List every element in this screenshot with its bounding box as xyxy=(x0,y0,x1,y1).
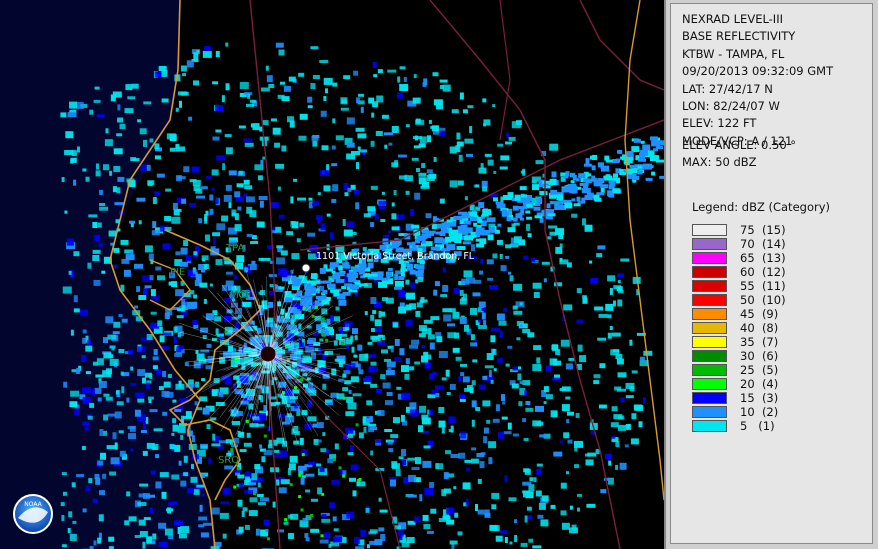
latitude: LAT: 27/42/17 N xyxy=(682,81,773,96)
radar-site-ktbw xyxy=(260,346,276,362)
legend-row: 40 (8) xyxy=(692,321,786,335)
site-label-mcf: MCF xyxy=(230,290,252,301)
longitude: LON: 82/24/07 W xyxy=(682,99,780,114)
legend-row: 30 (6) xyxy=(692,349,786,363)
legend-swatch xyxy=(692,364,727,376)
legend-label: 15 (3) xyxy=(740,391,779,405)
site-label-pie: PIE xyxy=(170,267,185,278)
legend-label: 5 (1) xyxy=(740,419,775,433)
legend-row: 60 (12) xyxy=(692,265,786,279)
scan-info: ELEV ANGLE: 0.50 ° MAX: 50 dBZ xyxy=(682,137,796,172)
elevation: ELEV: 122 FT xyxy=(682,116,757,131)
legend-label: 60 (12) xyxy=(740,265,786,279)
legend-row: 75 (15) xyxy=(692,223,786,237)
info-panel: NEXRAD LEVEL-III BASE REFLECTIVITY KTBW … xyxy=(670,3,873,544)
legend-row: 25 (5) xyxy=(692,363,786,377)
site-label-srq: SRQ xyxy=(218,455,239,466)
legend-label: 55 (11) xyxy=(740,279,786,293)
legend-swatch xyxy=(692,224,727,236)
legend-row: 55 (11) xyxy=(692,279,786,293)
location-label: 1101 Victoria Street, Brandon, FL xyxy=(316,251,475,262)
station: KTBW - TAMPA, FL xyxy=(682,46,785,61)
legend-swatch xyxy=(692,378,727,390)
legend-label: 20 (4) xyxy=(740,377,779,391)
legend-row: 70 (14) xyxy=(692,237,786,251)
elev-angle: ELEV ANGLE: 0.50 ° xyxy=(682,138,797,152)
legend-label: 40 (8) xyxy=(740,321,779,335)
legend-row: 5 (1) xyxy=(692,419,786,433)
legend-row: 15 (3) xyxy=(692,391,786,405)
timestamp: 09/20/2013 09:32:09 GMT xyxy=(682,64,834,79)
noaa-logo-text: NOAA xyxy=(24,501,42,508)
legend-swatch xyxy=(692,308,727,320)
max-dbz: MAX: 50 dBZ xyxy=(682,155,757,170)
legend-label: 35 (7) xyxy=(740,335,779,349)
legend-swatch xyxy=(692,280,727,292)
noaa-logo: NOAA xyxy=(13,494,53,534)
product-info: NEXRAD LEVEL-III BASE REFLECTIVITY KTBW … xyxy=(682,11,833,150)
legend-label: 30 (6) xyxy=(740,349,779,363)
legend-row: 45 (9) xyxy=(692,307,786,321)
radar-map[interactable]: 1101 Victoria Street, Brandon, FL TPA PI… xyxy=(0,0,666,549)
legend-swatch xyxy=(692,392,727,404)
legend-swatch xyxy=(692,252,727,264)
legend-label: 50 (10) xyxy=(740,293,786,307)
legend-swatch xyxy=(692,322,727,334)
product-title: NEXRAD LEVEL-III xyxy=(682,12,783,26)
legend-row: 10 (2) xyxy=(692,405,786,419)
legend-row: 65 (13) xyxy=(692,251,786,265)
legend-row: 35 (7) xyxy=(692,335,786,349)
legend-swatch xyxy=(692,350,727,362)
legend-label: 75 (15) xyxy=(740,223,786,237)
legend-swatch xyxy=(692,336,727,348)
legend: 75 (15) 70 (14) 65 (13) 60 (12) 55 (11) 50 (1… xyxy=(692,223,786,433)
location-pin-icon[interactable] xyxy=(301,263,311,273)
legend-title: Legend: dBZ (Category) xyxy=(692,200,830,214)
legend-label: 10 (2) xyxy=(740,405,779,419)
legend-swatch xyxy=(692,238,727,250)
legend-swatch xyxy=(692,266,727,278)
legend-label: 70 (14) xyxy=(740,237,786,251)
legend-swatch xyxy=(692,420,727,432)
legend-label: 25 (5) xyxy=(740,363,779,377)
legend-row: 20 (4) xyxy=(692,377,786,391)
legend-label: 65 (13) xyxy=(740,251,786,265)
site-label-tpa: TPA xyxy=(225,243,244,254)
radar-map-canvas[interactable]: 1101 Victoria Street, Brandon, FL TPA PI… xyxy=(0,0,664,549)
legend-row: 50 (10) xyxy=(692,293,786,307)
legend-swatch xyxy=(692,294,727,306)
legend-label: 45 (9) xyxy=(740,307,779,321)
legend-swatch xyxy=(692,406,727,418)
product-type: BASE REFLECTIVITY xyxy=(682,29,796,44)
